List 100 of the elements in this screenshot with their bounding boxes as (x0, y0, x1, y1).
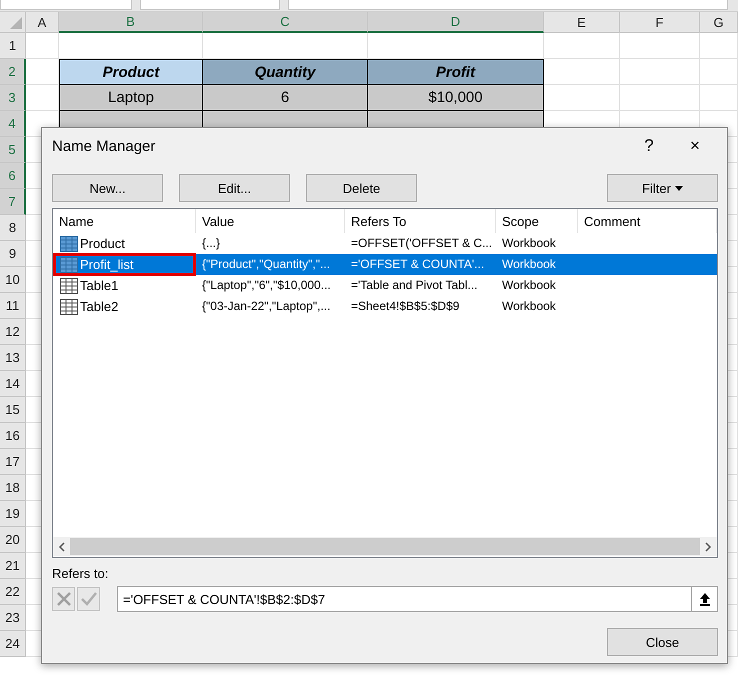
row-header[interactable]: 14 (0, 371, 26, 397)
table-cell: Laptop (59, 85, 203, 111)
column-header[interactable]: A (26, 12, 59, 33)
row-header[interactable]: 7 (0, 189, 26, 215)
filter-button[interactable]: Filter (607, 174, 718, 202)
name-row[interactable]: Product {...} =OFFSET('OFFSET & C... Workbook (53, 233, 717, 254)
row-header[interactable]: 17 (0, 449, 26, 475)
formula-bar-field[interactable] (288, 0, 728, 10)
column-heading[interactable]: Refers To (345, 209, 496, 233)
sheet-cell[interactable] (620, 85, 700, 111)
row-header[interactable]: 3 (0, 85, 26, 111)
table-header-cell: Quantity (203, 59, 368, 85)
row-header[interactable]: 1 (0, 33, 26, 59)
sheet-cell[interactable] (620, 59, 700, 85)
chevron-right-icon (705, 542, 712, 552)
row-header[interactable]: 21 (0, 553, 26, 579)
sheet-cell[interactable] (544, 33, 620, 59)
row-header[interactable]: 6 (0, 163, 26, 189)
table-cell: 6 (203, 85, 368, 111)
dialog-button[interactable]: Delete (306, 174, 417, 202)
scroll-thumb[interactable] (70, 538, 700, 555)
refers-to-text: ='Table and Pivot Tabl... (350, 277, 478, 294)
row-header[interactable]: 19 (0, 501, 26, 527)
sheet-cell[interactable] (620, 33, 700, 59)
column-header[interactable]: G (700, 12, 738, 33)
name-text: Product (80, 236, 125, 251)
value-text: {"Product","Quantity","... (201, 256, 332, 273)
dialog-button[interactable]: New... (52, 174, 163, 202)
row-header[interactable]: 10 (0, 267, 26, 293)
dialog-title: Name Manager (52, 138, 156, 154)
formula-bar-field[interactable] (140, 0, 280, 10)
value-text: {...} (201, 235, 222, 252)
value-text: {"Laptop","6","$10,000... (201, 277, 332, 294)
horizontal-scrollbar[interactable] (53, 537, 717, 556)
row-header[interactable]: 13 (0, 345, 26, 371)
cancel-edit-button[interactable] (52, 587, 75, 611)
close-dialog-button[interactable]: Close (607, 628, 718, 656)
row-header[interactable]: 12 (0, 319, 26, 345)
select-all-icon[interactable] (10, 17, 22, 29)
sheet-cell[interactable] (26, 33, 59, 59)
column-heading[interactable]: Scope (496, 209, 578, 233)
sheet-cell[interactable] (700, 59, 738, 85)
sheet-cell[interactable] (544, 59, 620, 85)
name-box[interactable] (0, 0, 132, 10)
table-icon (60, 278, 78, 294)
sheet-cell[interactable] (700, 85, 738, 111)
table-icon (60, 298, 78, 314)
row-header[interactable]: 18 (0, 475, 26, 501)
dialog-button[interactable]: Edit... (179, 174, 290, 202)
table-icon (60, 256, 78, 272)
name-row[interactable]: Table2 {"03-Jan-22","Laptop",... =Sheet4!$B$5:$D$9 Workbook (53, 296, 717, 317)
close-button[interactable]: × (672, 128, 718, 164)
column-header[interactable]: D (368, 12, 544, 33)
column-header[interactable]: F (620, 12, 700, 33)
help-button[interactable]: ? (626, 128, 672, 164)
table-header-cell: Profit (368, 59, 544, 85)
column-heading[interactable]: Value (196, 209, 345, 233)
sheet-cell[interactable] (700, 33, 738, 59)
confirm-edit-button[interactable] (77, 587, 100, 611)
sheet-cell[interactable] (544, 85, 620, 111)
name-row[interactable]: Profit_list {"Product","Quantity","... ='OFFSET & COUNTA'... Workbook (53, 254, 717, 275)
row-header[interactable]: 5 (0, 137, 26, 163)
scope-text: Workbook (501, 256, 557, 273)
row-header[interactable]: 16 (0, 423, 26, 449)
row-header[interactable]: 15 (0, 397, 26, 423)
scope-text: Workbook (501, 298, 557, 315)
chevron-left-icon (58, 542, 65, 552)
column-header[interactable]: E (544, 12, 620, 33)
name-text: Profit_list (80, 257, 134, 272)
column-heading[interactable]: Comment (578, 209, 717, 233)
name-text: Table2 (80, 299, 118, 314)
column-header[interactable]: B (59, 12, 203, 33)
table-cell: $10,000 (368, 85, 544, 111)
refers-to-text: =Sheet4!$B$5:$D$9 (350, 298, 460, 315)
row-header[interactable]: 22 (0, 579, 26, 605)
cross-icon (56, 591, 72, 607)
row-header[interactable]: 20 (0, 527, 26, 553)
value-text: {"03-Jan-22","Laptop",... (201, 298, 332, 315)
check-icon (80, 592, 96, 606)
upload-arrow-icon (698, 592, 710, 606)
row-header[interactable]: 11 (0, 293, 26, 319)
refers-to-text: ='OFFSET & COUNTA'... (350, 256, 486, 273)
table-header-cell: Product (59, 59, 203, 85)
row-header[interactable]: 2 (0, 59, 26, 85)
row-header[interactable]: 24 (0, 631, 26, 657)
column-header[interactable]: C (203, 12, 368, 33)
row-header[interactable]: 23 (0, 605, 26, 631)
refers-to-text: =OFFSET('OFFSET & C... (350, 235, 494, 252)
refers-to-label: Refers to: (52, 566, 110, 581)
row-header[interactable]: 4 (0, 111, 26, 137)
collapse-button[interactable] (691, 586, 718, 612)
scope-text: Workbook (501, 235, 557, 252)
row-header[interactable]: 8 (0, 215, 26, 241)
row-header[interactable]: 9 (0, 241, 26, 267)
name-text: Table1 (80, 278, 118, 293)
refers-to-field[interactable]: ='OFFSET & COUNTA'!$B$2:$D$7 (117, 586, 691, 612)
name-row[interactable]: Table1 {"Laptop","6","$10,000... ='Table and Pivot Tabl... Workbook (53, 275, 717, 296)
column-heading[interactable]: Name (53, 209, 196, 233)
scope-text: Workbook (501, 277, 557, 294)
table-icon (60, 236, 78, 252)
